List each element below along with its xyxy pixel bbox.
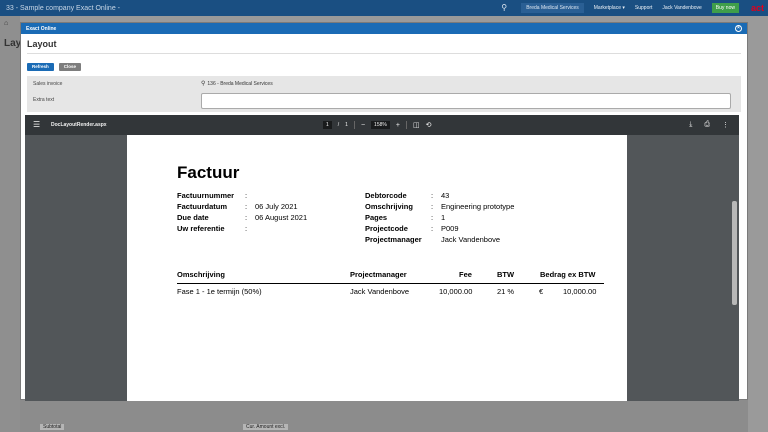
search-icon[interactable]: ⚲ — [201, 80, 205, 87]
meta-colon: : — [431, 224, 434, 233]
meta-row-left: Factuurnummer: — [177, 191, 255, 200]
pdf-toolbar-right: ⤓ ⎙ ⋮ — [689, 115, 729, 135]
row-currency: € — [539, 287, 544, 296]
page-total: 1 — [345, 122, 348, 128]
pdf-viewer: ☰ DocLayoutRender.aspx 1 / 1 − 158% + ◫ … — [25, 115, 739, 401]
more-options-icon[interactable]: ⋮ — [722, 121, 729, 129]
buy-now-button[interactable]: Buy now — [711, 3, 739, 13]
zoom-out-button[interactable]: − — [361, 122, 365, 129]
menu-icon[interactable]: ☰ — [33, 121, 41, 129]
meta-colon: : — [245, 202, 248, 211]
app-right-strip — [748, 16, 768, 432]
page-number-input[interactable]: 1 — [323, 121, 332, 129]
row-fee: 10,000.00 — [439, 287, 473, 296]
search-icon[interactable]: ⚲ — [501, 3, 511, 13]
page-separator: / — [337, 122, 340, 128]
meta-row-left: Due date:06 August 2021 — [177, 213, 307, 222]
refresh-button[interactable]: Refresh — [27, 63, 54, 71]
meta-colon: : — [245, 213, 248, 222]
meta-row-left: Uw referentie: — [177, 224, 255, 233]
meta-row-left: Factuurdatum:06 July 2021 — [177, 202, 298, 211]
row-amount: 10,000.00 — [563, 287, 597, 296]
meta-label: Factuurdatum — [177, 202, 228, 211]
meta-colon: : — [431, 191, 434, 200]
app-left-strip — [0, 16, 20, 432]
meta-label: Pages — [365, 213, 388, 222]
meta-colon: : — [245, 191, 248, 200]
meta-value: 06 August 2021 — [255, 213, 308, 222]
subtotal-field: Subtotal — [40, 424, 65, 430]
fit-page-icon[interactable]: ◫ — [413, 121, 420, 129]
app-bottom-area — [20, 400, 748, 432]
meta-colon: : — [431, 213, 434, 222]
close-icon[interactable]: × — [735, 25, 742, 32]
rotate-icon[interactable]: ⟲ — [426, 121, 432, 129]
meta-label: Projectmanager — [365, 235, 422, 244]
column-header-amount: Bedrag ex BTW — [540, 270, 596, 279]
home-icon[interactable]: ⌂ — [4, 20, 8, 27]
meta-label: Debtorcode — [365, 191, 407, 200]
meta-value: 06 July 2021 — [255, 202, 298, 211]
pdf-page-controls: 1 / 1 − 158% + ◫ ⟲ — [323, 115, 431, 135]
zoom-level-input[interactable]: 158% — [371, 121, 390, 129]
meta-row-right: Projectcode: P009 — [365, 224, 459, 233]
zoom-in-button[interactable]: + — [396, 122, 400, 129]
app-topbar: 33 - Sample company Exact Online - ⚲ Bre… — [0, 0, 768, 16]
sales-invoice-label: Sales invoice — [33, 81, 63, 87]
column-header-description: Omschrijving — [177, 270, 225, 279]
meta-colon: : — [245, 224, 248, 233]
meta-label: Omschrijving — [365, 202, 413, 211]
row-description: Fase 1 - 1e termijn (50%) — [177, 287, 262, 296]
extra-text-field[interactable] — [201, 93, 731, 109]
dialog-header: Exact Online × — [21, 23, 747, 34]
dialog-title: Layout — [27, 34, 741, 54]
dialog-header-title: Exact Online — [26, 25, 57, 32]
meta-row-right: Omschrijving: Engineering prototype — [365, 202, 514, 211]
invoice-title: Factuur — [177, 163, 240, 182]
meta-colon: : — [431, 202, 434, 211]
app-window-title: 33 - Sample company Exact Online - — [6, 4, 120, 12]
meta-label: Projectcode — [365, 224, 408, 233]
sales-invoice-value[interactable]: 136 - Breda Medical Services — [207, 81, 272, 87]
print-icon[interactable]: ⎙ — [704, 121, 710, 129]
company-selector[interactable]: Breda Medical Services — [521, 3, 584, 13]
amount-field: Cur. Amount excl. — [243, 424, 289, 430]
meta-value: 1 — [441, 213, 446, 222]
meta-row-right: Debtorcode:43 — [365, 191, 449, 200]
exact-logo: act — [750, 3, 764, 13]
dialog-button-row: Refresh Close — [21, 58, 747, 76]
meta-row-right: Projectmanager Jack Vandenbove — [365, 235, 500, 244]
pdf-toolbar: ☰ DocLayoutRender.aspx 1 / 1 − 158% + ◫ … — [25, 115, 739, 135]
user-menu[interactable]: Jack Vandenbove — [662, 5, 701, 11]
meta-value: 43 — [441, 191, 450, 200]
pdf-filename: DocLayoutRender.aspx — [51, 122, 107, 128]
support-link[interactable]: Support — [635, 5, 653, 11]
form-panel: Sales invoice ⚲ 136 - Breda Medical Serv… — [27, 76, 741, 112]
meta-value: Jack Vandenbove — [441, 235, 501, 244]
app-page-title: Lay — [4, 38, 22, 49]
meta-value: P009 — [441, 224, 459, 233]
close-button[interactable]: Close — [58, 63, 82, 71]
meta-value: Engineering prototype — [441, 202, 515, 211]
toolbar-divider — [405, 121, 407, 129]
column-header-vat: BTW — [497, 270, 515, 279]
pdf-page: Factuur Factuurnummer: Factuurdatum:06 J… — [127, 135, 627, 401]
meta-label: Due date — [177, 213, 209, 222]
toolbar-divider — [353, 121, 355, 129]
table-header-rule — [177, 283, 604, 284]
extra-text-label: Extra text — [33, 97, 55, 103]
download-icon[interactable]: ⤓ — [689, 121, 692, 129]
sales-invoice-link[interactable]: ⚲ 136 - Breda Medical Services — [201, 80, 273, 88]
meta-row-right: Pages:1 — [365, 213, 445, 222]
row-vat: 21 % — [497, 287, 515, 296]
row-manager: Jack Vandenbove — [350, 287, 410, 296]
pdf-scrollbar[interactable] — [732, 201, 737, 305]
column-header-manager: Projectmanager — [350, 270, 407, 279]
marketplace-menu[interactable]: Marketplace ▾ — [594, 5, 625, 11]
meta-label: Uw referentie — [177, 224, 225, 233]
app-topbar-right: ⚲ Breda Medical Services Marketplace ▾ S… — [501, 3, 764, 13]
meta-label: Factuurnummer — [177, 191, 235, 200]
layout-dialog: Exact Online × Layout Refresh Close Sale… — [20, 22, 748, 401]
column-header-fee: Fee — [459, 270, 472, 279]
